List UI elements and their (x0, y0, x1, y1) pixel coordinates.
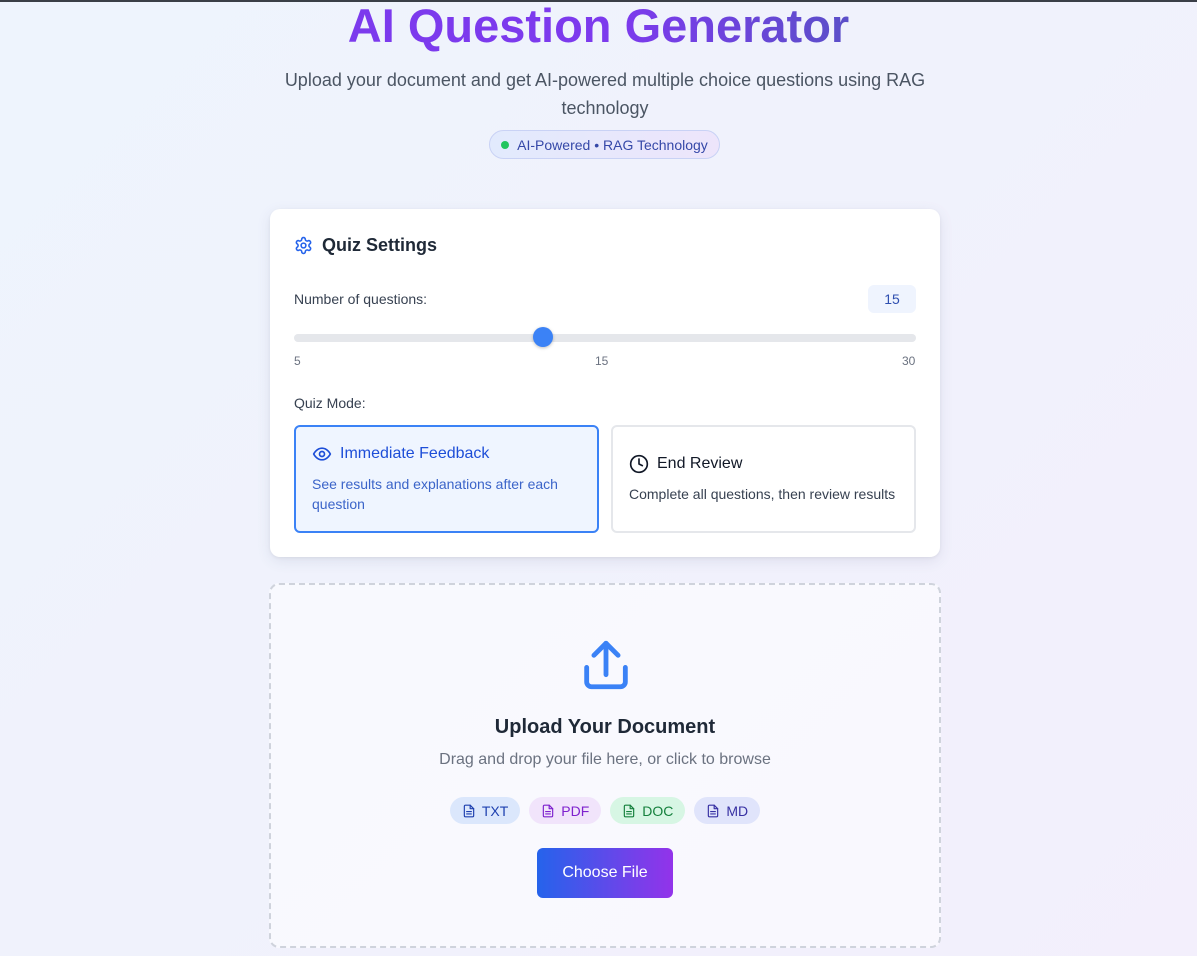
format-chip-label: MD (726, 802, 749, 819)
quiz-settings-title: Quiz Settings (322, 235, 438, 255)
question-count-slider-track[interactable] (294, 334, 916, 342)
file-icon (463, 804, 475, 817)
question-count-label: Number of questions: (294, 291, 428, 307)
format-chip-label: TXT (481, 802, 509, 819)
clock-icon (629, 454, 649, 474)
format-chip-doc: DOC (610, 797, 686, 824)
mode-option-title: Immediate Feedback (340, 445, 490, 462)
upload-icon (577, 636, 635, 699)
page-subtitle: Upload your document and get AI-powered … (284, 70, 926, 118)
question-count-value: 15 (868, 285, 916, 313)
question-count-slider-thumb[interactable] (532, 327, 553, 347)
eye-icon (312, 444, 332, 464)
format-chip-pdf: PDF (529, 797, 602, 824)
upload-dropzone[interactable]: Upload Your Document Drag and drop your … (269, 583, 941, 948)
slider-min-label: 5 (294, 354, 301, 368)
quiz-settings-card: Quiz Settings Number of questions: 15 5 … (270, 209, 940, 557)
file-icon (708, 804, 719, 817)
quiz-settings-header: Quiz Settings (294, 235, 437, 256)
gear-icon (294, 236, 313, 255)
mode-option-end-review[interactable]: End Review Complete all questions, then … (611, 425, 916, 533)
page-title: AI Question Generator (347, 0, 850, 52)
upload-hint: Drag and drop your file here, or click t… (439, 751, 771, 768)
choose-file-button[interactable]: Choose File (537, 848, 673, 898)
tech-badge: AI-Powered • RAG Technology (489, 130, 720, 159)
file-icon (624, 804, 635, 817)
format-chip-md: MD (694, 797, 761, 824)
file-icon (543, 804, 554, 817)
format-chip-label: PDF (561, 802, 590, 819)
upload-title: Upload Your Document (494, 716, 716, 738)
mode-option-description: See results and explanations after each … (312, 476, 558, 512)
format-chip-label: DOC (642, 802, 674, 819)
tech-badge-label: AI-Powered • RAG Technology (517, 136, 708, 153)
supported-formats: TXT PDF DOC MD (271, 797, 939, 824)
mode-option-description: Complete all questions, then review resu… (629, 486, 896, 502)
slider-max-label: 30 (902, 354, 916, 368)
mode-option-title: End Review (657, 455, 743, 472)
quiz-mode-label: Quiz Mode: (294, 395, 366, 411)
status-dot-icon (501, 140, 510, 149)
format-chip-txt: TXT (449, 797, 521, 824)
slider-mid-label: 15 (595, 354, 609, 368)
mode-option-immediate-feedback[interactable]: Immediate Feedback See results and expla… (294, 425, 599, 533)
